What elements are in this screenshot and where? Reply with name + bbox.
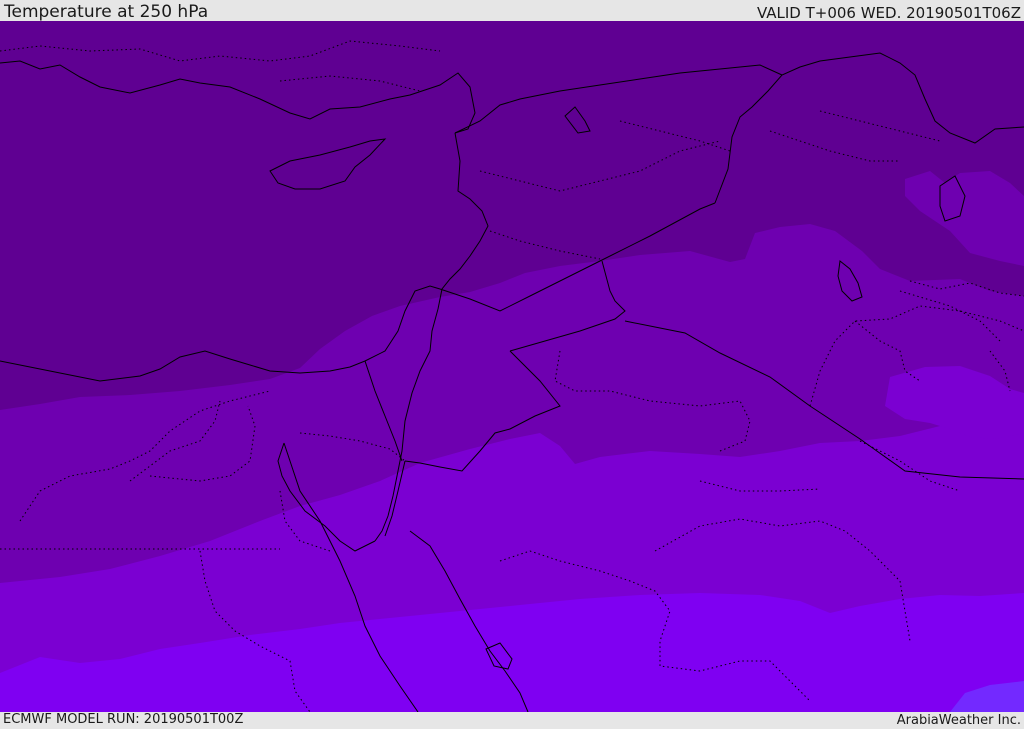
header-bar: Temperature at 250 hPa VALID T+006 WED. … (0, 0, 1024, 21)
valid-time: VALID T+006 WED. 20190501T06Z (756, 4, 1021, 22)
footer-bar: ECMWF MODEL RUN: 20190501T00Z ArabiaWeat… (0, 712, 1024, 729)
credit-label: ArabiaWeather Inc. (896, 713, 1021, 728)
model-run: ECMWF MODEL RUN: 20190501T00Z (3, 712, 244, 727)
temperature-map[interactable] (0, 21, 1024, 712)
map-title: Temperature at 250 hPa (4, 2, 209, 22)
